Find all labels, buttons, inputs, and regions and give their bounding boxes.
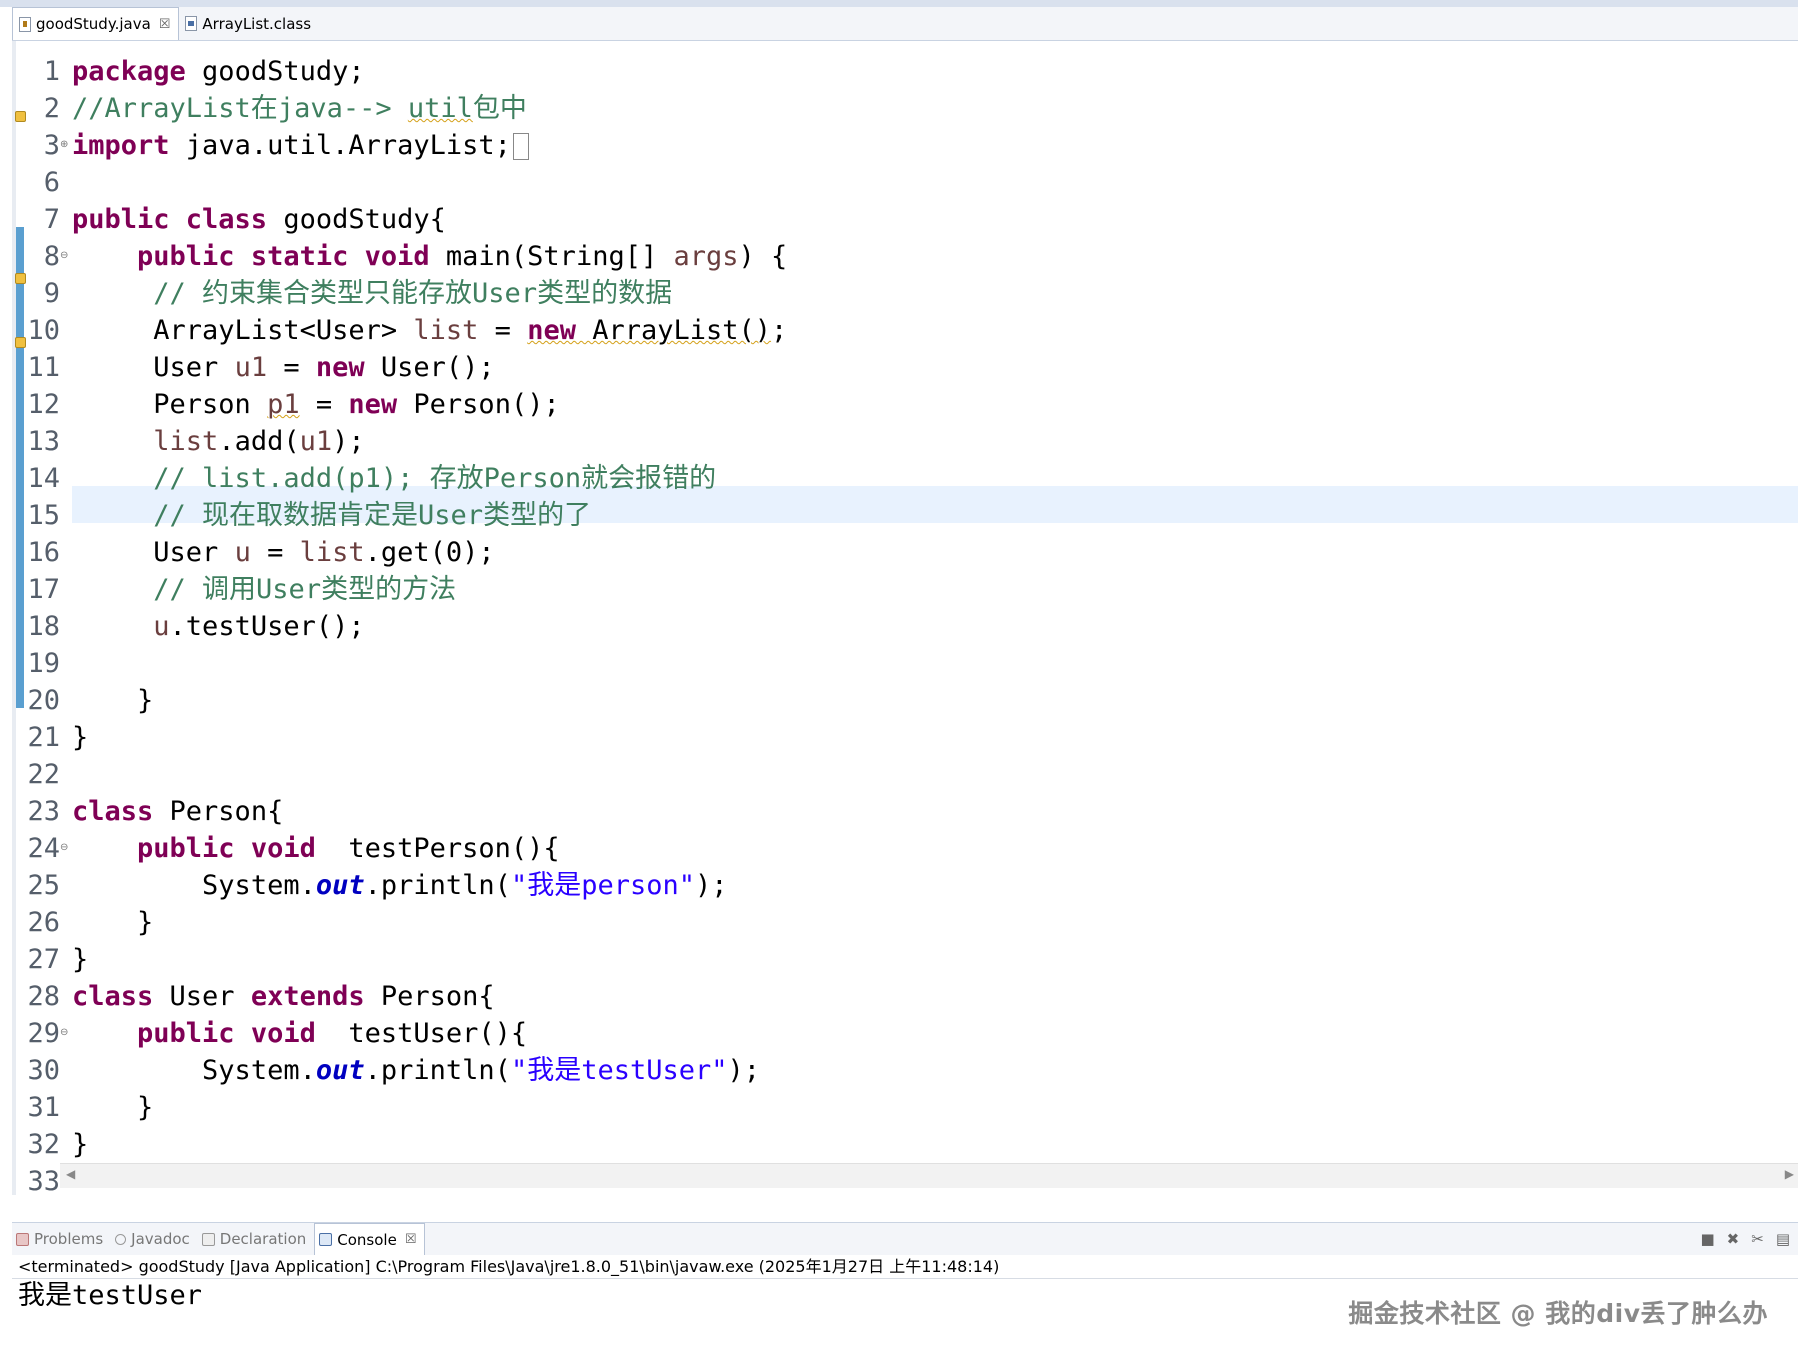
bottom-views-tab-bar: Problems Javadoc Declaration Console ☒ ■… xyxy=(12,1222,1798,1255)
folded-imports-box[interactable] xyxy=(512,133,529,160)
horizontal-scrollbar[interactable]: ◀ ▶ xyxy=(60,1163,1798,1188)
tab-problems[interactable]: Problems xyxy=(12,1223,111,1255)
line-number: 25 xyxy=(27,870,60,901)
line-number: 29 xyxy=(27,1018,60,1049)
problems-icon xyxy=(16,1232,29,1246)
scroll-left-icon[interactable]: ◀ xyxy=(66,1167,75,1181)
line-number: 15 xyxy=(27,500,60,531)
line-number: 30 xyxy=(27,1055,60,1086)
line-number: 17 xyxy=(27,574,60,605)
tab-javadoc[interactable]: Javadoc xyxy=(111,1223,198,1255)
line-number: 26 xyxy=(27,907,60,938)
console-toolbar: ■ ✖ ✂ ▤ xyxy=(1700,1223,1798,1255)
console-icon xyxy=(319,1233,333,1246)
close-icon[interactable]: ☒ xyxy=(405,1232,417,1247)
terminate-icon[interactable]: ■ xyxy=(1700,1230,1714,1248)
watermark: 掘金技术社区 @ 我的div丢了肿么办 xyxy=(1348,1299,1768,1328)
line-number: 7 xyxy=(43,204,60,235)
tab-label: goodStudy.java xyxy=(36,15,151,33)
line-number: 14 xyxy=(27,463,60,494)
fold-icon[interactable]: ⊕ xyxy=(60,139,68,151)
line-number: 12 xyxy=(27,389,60,420)
fold-icon[interactable]: ⊖ xyxy=(60,1027,68,1039)
line-number: 3 xyxy=(43,130,60,161)
tab-console[interactable]: Console ☒ xyxy=(314,1223,426,1255)
line-number: 2 xyxy=(43,93,60,124)
line-number: 18 xyxy=(27,611,60,642)
pin-console-icon[interactable]: ▤ xyxy=(1776,1230,1790,1248)
line-number: 23 xyxy=(27,796,60,827)
code-editor[interactable]: 1 package goodStudy; 2 //ArrayList在java-… xyxy=(12,41,1798,1197)
java-file-icon xyxy=(19,16,31,32)
console-output[interactable]: 我是testUser xyxy=(18,1276,202,1316)
window-top-border xyxy=(0,0,1798,7)
declaration-icon xyxy=(201,1232,215,1246)
console-launch-info: <terminated> goodStudy [Java Application… xyxy=(12,1254,1798,1279)
fold-icon[interactable]: ⊖ xyxy=(60,842,68,854)
line-number: 31 xyxy=(27,1092,60,1123)
line-number: 22 xyxy=(27,759,60,790)
remove-launch-icon[interactable]: ✖ xyxy=(1727,1230,1740,1248)
line-number: 27 xyxy=(27,944,60,975)
line-number: 6 xyxy=(43,167,60,198)
line-number: 1 xyxy=(43,56,60,87)
line-number: 8 xyxy=(43,241,60,272)
tab-label: ArrayList.class xyxy=(202,14,312,33)
tab-declaration[interactable]: Declaration xyxy=(198,1223,314,1255)
line-number: 21 xyxy=(27,722,60,753)
editor-tab-bar: goodStudy.java ☒ ArrayList.class xyxy=(12,7,1798,41)
line-number: 10 xyxy=(27,315,60,346)
line-number: 16 xyxy=(27,537,60,568)
line-number: 24 xyxy=(27,833,60,864)
line-number: 32 xyxy=(27,1129,60,1160)
tab-goodstudy-java[interactable]: goodStudy.java ☒ xyxy=(12,7,180,40)
javadoc-icon xyxy=(115,1233,127,1245)
line-number: 19 xyxy=(27,648,60,679)
line-number: 13 xyxy=(27,426,60,457)
close-icon[interactable]: ☒ xyxy=(159,17,171,32)
line-number: 33 xyxy=(27,1166,60,1197)
tab-arraylist-class[interactable]: ArrayList.class xyxy=(179,7,319,40)
line-number: 9 xyxy=(43,278,60,309)
line-number: 11 xyxy=(27,352,60,383)
line-number: 28 xyxy=(27,981,60,1012)
clear-console-icon[interactable]: ✂ xyxy=(1751,1230,1764,1248)
line-number: 20 xyxy=(27,685,60,716)
scroll-right-icon[interactable]: ▶ xyxy=(1785,1167,1794,1181)
fold-icon[interactable]: ⊖ xyxy=(60,250,68,262)
class-file-icon xyxy=(185,16,198,31)
